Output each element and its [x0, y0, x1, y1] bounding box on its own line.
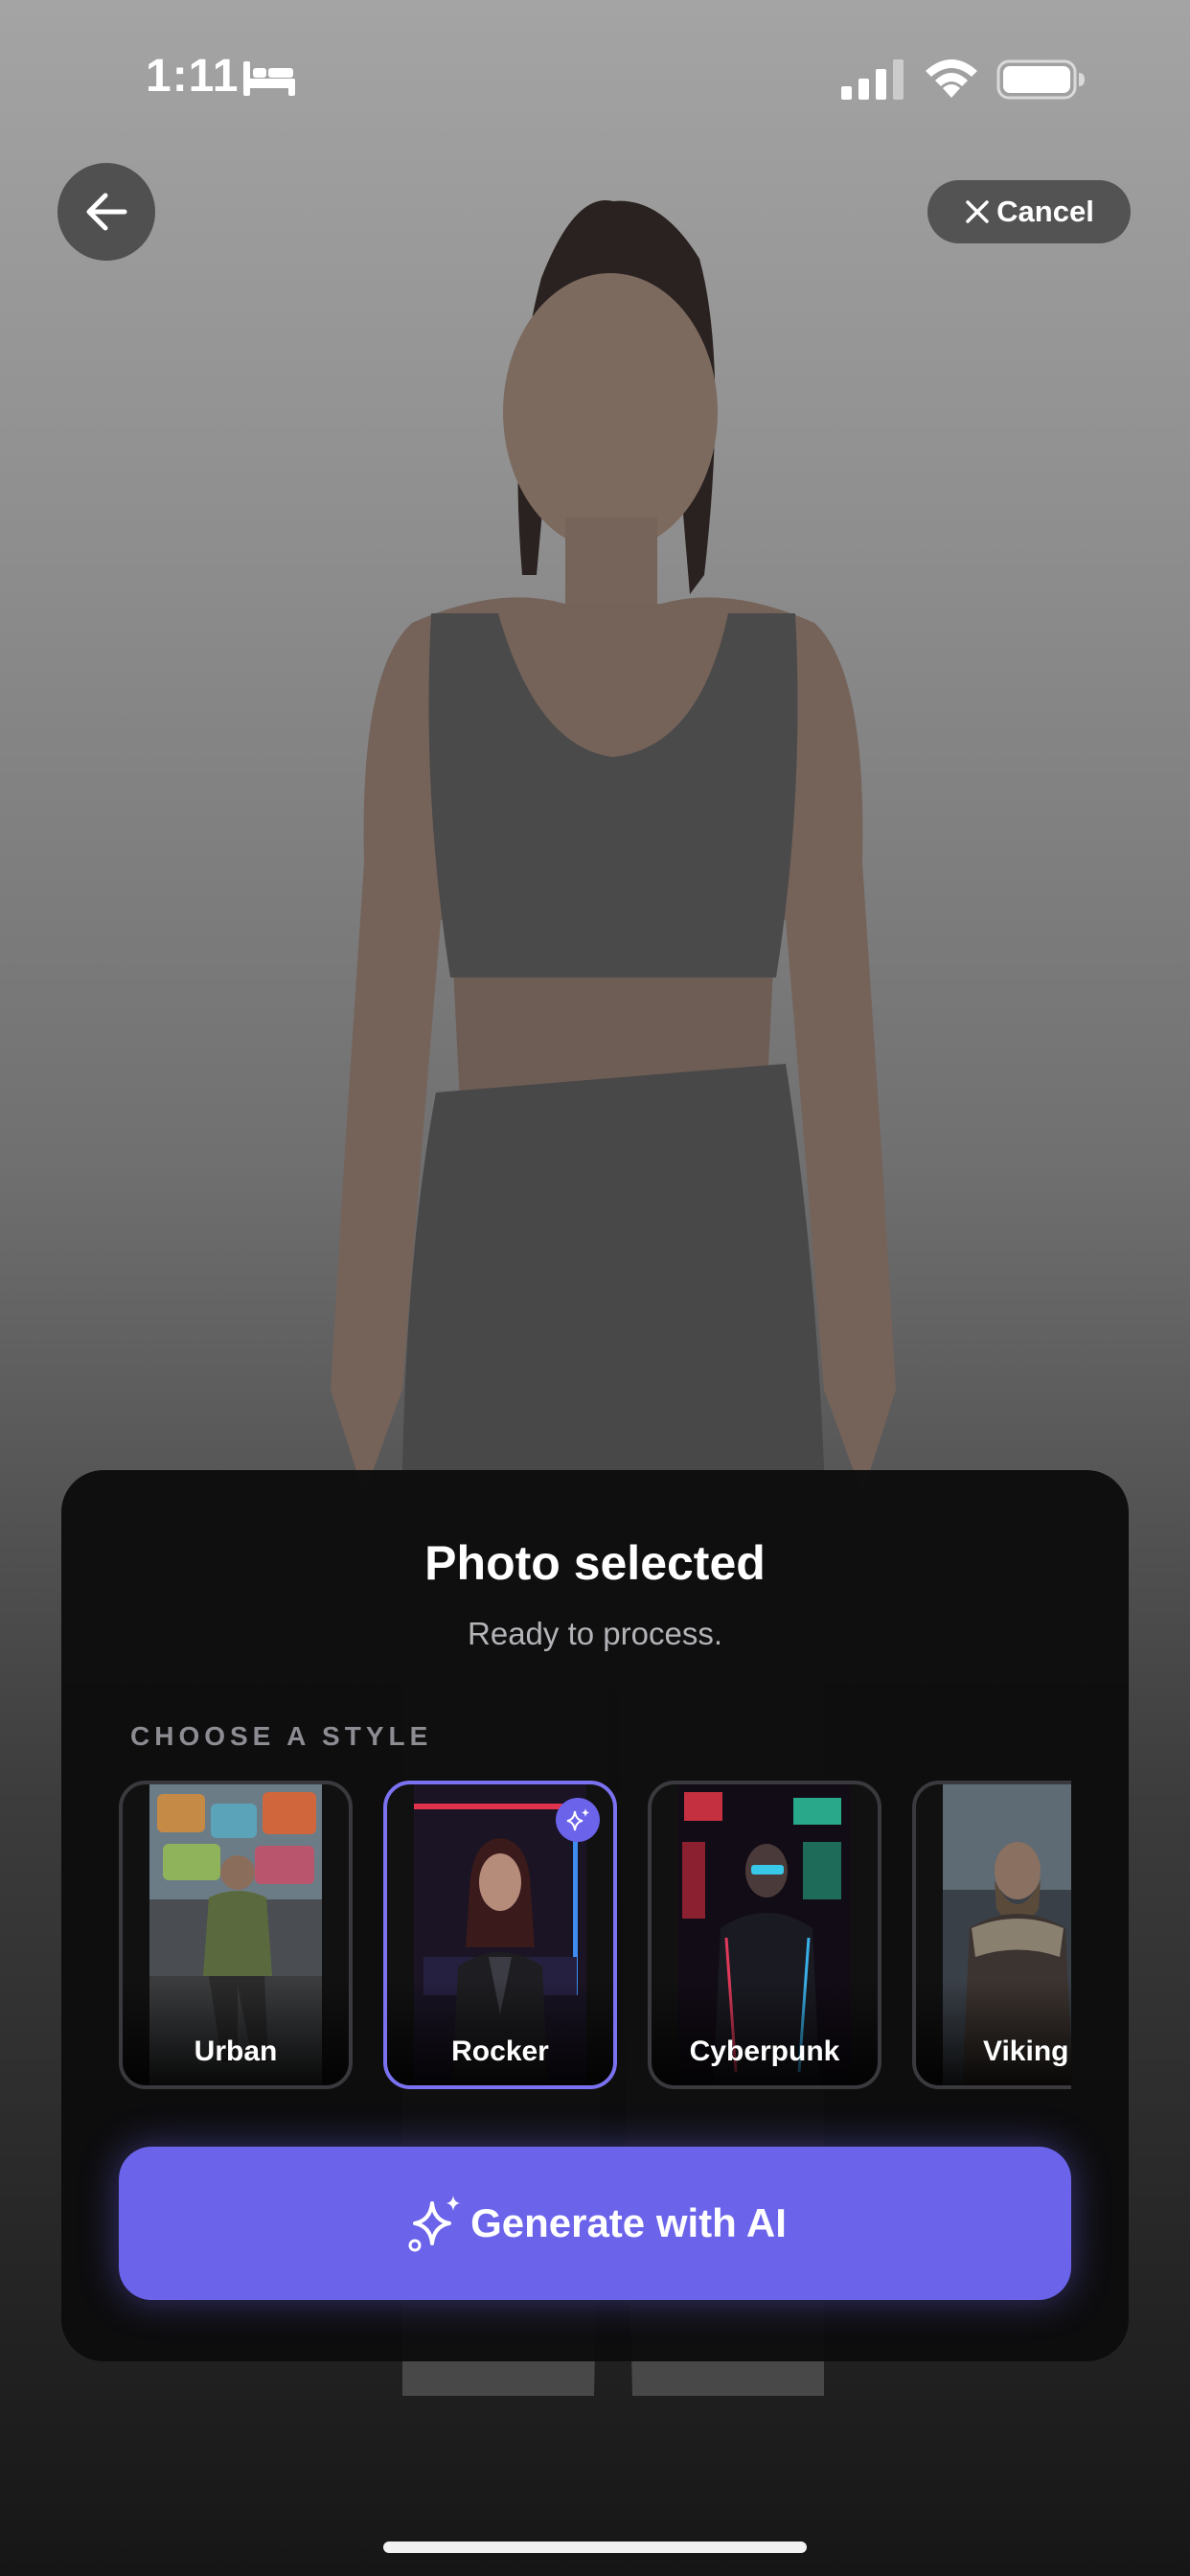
sparkles-icon [566, 1808, 589, 1831]
style-card-urban[interactable]: Urban [119, 1781, 353, 2089]
bed-icon [243, 61, 295, 96]
card-shade [123, 1980, 349, 2085]
status-bar: 1:11 [0, 0, 1190, 153]
close-icon [966, 200, 989, 223]
status-time: 1:11 [146, 51, 240, 102]
cancel-label: Cancel [996, 195, 1094, 228]
sheet-title: Photo selected [424, 1536, 766, 1590]
sparkles-icon [408, 2196, 461, 2252]
battery-icon [996, 59, 1085, 100]
sheet-subtitle: Ready to process. [468, 1616, 722, 1651]
style-card-cyberpunk[interactable]: Cyberpunk [648, 1781, 881, 2089]
style-label: Rocker [451, 2036, 549, 2067]
style-card-viking[interactable]: Viking [912, 1781, 1071, 2089]
home-indicator[interactable] [383, 2542, 807, 2553]
card-shade [652, 1980, 878, 2085]
generate-with-ai-button[interactable]: Generate with AI [119, 2147, 1071, 2300]
card-shade [387, 1980, 613, 2085]
card-shade [916, 1980, 1071, 2085]
choose-style-label: CHOOSE A STYLE [130, 1721, 433, 1751]
cancel-button[interactable]: Cancel [927, 180, 1131, 243]
selected-badge [556, 1798, 600, 1842]
style-carousel[interactable]: Urban Rocker Cyberpunk Viking [119, 1781, 1071, 2093]
style-card-rocker[interactable]: Rocker [383, 1781, 617, 2089]
style-label: Cyberpunk [689, 2036, 840, 2067]
style-picker-sheet: Photo selected Ready to process. CHOOSE … [61, 1470, 1129, 2361]
arrow-left-icon [86, 193, 127, 231]
wifi-icon [926, 59, 977, 98]
cellular-signal-icon [841, 59, 904, 100]
generate-label: Generate with AI [470, 2200, 787, 2245]
photo-preview-screen: 1:11 Cancel Photo selected Ready to proc… [0, 0, 1190, 2576]
style-label: Urban [194, 2036, 278, 2067]
style-label: Viking [983, 2036, 1069, 2067]
back-button[interactable] [57, 163, 155, 261]
